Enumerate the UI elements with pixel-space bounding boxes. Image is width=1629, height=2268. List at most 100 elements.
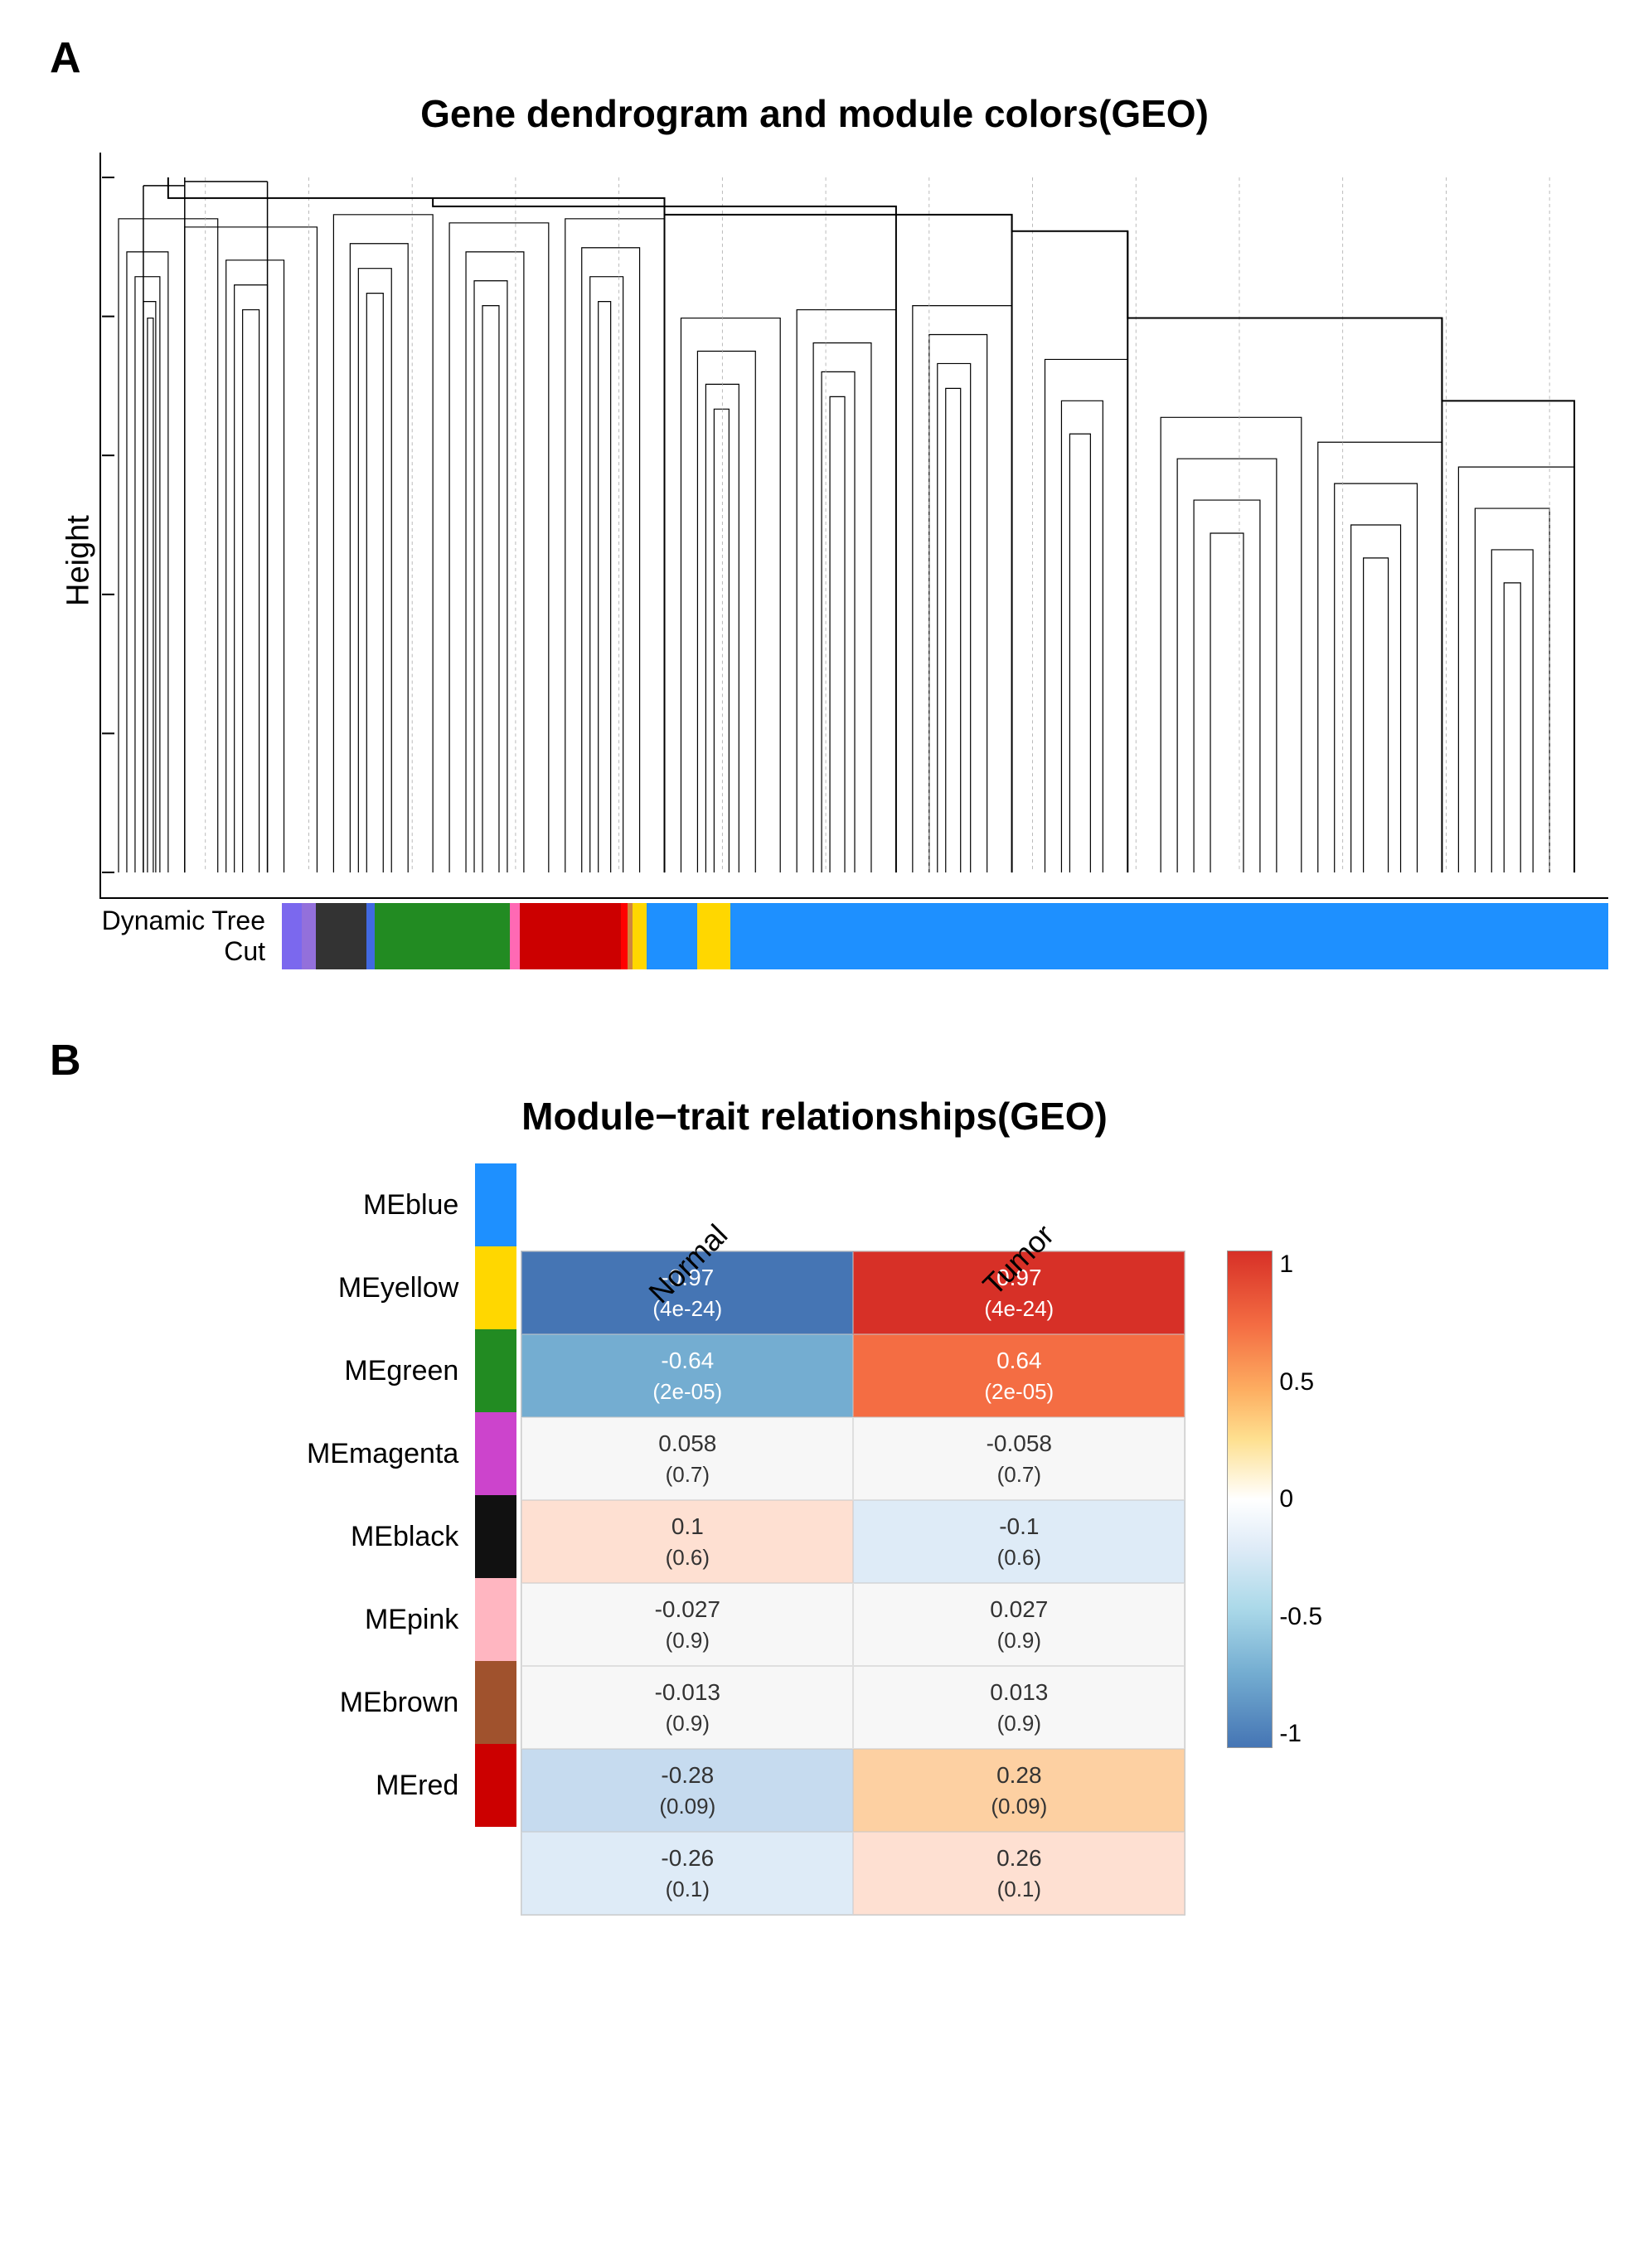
row-label: MEbrown — [307, 1661, 458, 1744]
col-headers-row: NormalTumor — [521, 1163, 1185, 1246]
heatmap-cell: -0.28(0.09) — [521, 1749, 853, 1832]
color-segment — [621, 903, 628, 969]
scale-label: 1 — [1279, 1251, 1322, 1279]
color-segment — [375, 903, 510, 969]
y-ticks: 1.0 0.9 0.8 0.7 0.6 — [99, 163, 114, 883]
module-color-swatch — [475, 1412, 516, 1495]
figure-container: A Gene dendrogram and module colors(GEO)… — [0, 0, 1629, 1949]
dendrogram-container: Height 1.0 0.9 — [50, 153, 1579, 969]
module-color-swatch — [475, 1246, 516, 1329]
cell-pvalue: (0.7) — [666, 1459, 710, 1489]
cell-value: -0.64 — [661, 1344, 714, 1377]
row-label: MEblack — [307, 1495, 458, 1578]
row-label: MEblue — [307, 1163, 458, 1246]
row-labels-col: MEblueMEyellowMEgreenMEmagentaMEblackMEp… — [307, 1163, 475, 1827]
color-segment — [697, 903, 731, 969]
panel-a-label: A — [50, 33, 1579, 83]
dendrogram-svg: 1.0 0.9 0.8 0.7 0.6 — [99, 153, 1608, 899]
cell-pvalue: (2e-05) — [984, 1377, 1054, 1406]
heatmap-cell: -0.027(0.9) — [521, 1583, 853, 1666]
scale-with-labels: 1 0.5 0 -0.5 -1 — [1227, 1251, 1322, 1748]
heatmap-cell: -0.013(0.9) — [521, 1666, 853, 1749]
cell-pvalue: (0.9) — [997, 1625, 1041, 1655]
module-color-swatch — [475, 1329, 516, 1412]
panel-a: A Gene dendrogram and module colors(GEO)… — [50, 33, 1579, 969]
panel-b-label: B — [50, 1036, 1579, 1085]
row-label: MEyellow — [307, 1246, 458, 1329]
module-color-swatch — [475, 1495, 516, 1578]
color-bar-label: Dynamic Tree Cut — [99, 906, 282, 967]
y-axis-label: Height — [50, 153, 99, 969]
cell-value: 0.28 — [996, 1759, 1042, 1791]
color-segment — [316, 903, 366, 969]
col-header: Normal — [521, 1207, 852, 1246]
color-segment — [302, 903, 315, 969]
scale-label: -1 — [1279, 1720, 1322, 1748]
color-segment — [282, 903, 302, 969]
color-swatch-col — [475, 1163, 516, 1827]
panel-b: B Module−trait relationships(GEO) MEblue… — [50, 1036, 1579, 1916]
dendrogram-right: 1.0 0.9 0.8 0.7 0.6 — [99, 153, 1608, 969]
panel-a-title: Gene dendrogram and module colors(GEO) — [50, 91, 1579, 136]
cell-value: 0.1 — [671, 1510, 704, 1542]
scale-label: 0.5 — [1279, 1368, 1322, 1396]
scale-label: -0.5 — [1279, 1603, 1322, 1631]
row-label: MEgreen — [307, 1329, 458, 1412]
color-segment — [730, 903, 1608, 969]
color-segment — [647, 903, 697, 969]
scale-bar — [1227, 1251, 1273, 1748]
cell-value: -0.058 — [987, 1427, 1052, 1459]
heatmap-cell: 0.64(2e-05) — [853, 1334, 1185, 1417]
cell-value: -0.1 — [999, 1510, 1039, 1542]
cell-value: 0.027 — [990, 1593, 1048, 1625]
color-segment — [510, 903, 520, 969]
row-label: MEmagenta — [307, 1412, 458, 1495]
cell-pvalue: (0.9) — [666, 1708, 710, 1738]
scale-labels: 1 0.5 0 -0.5 -1 — [1279, 1251, 1322, 1748]
cell-pvalue: (4e-24) — [984, 1294, 1054, 1323]
heatmap-main: MEblueMEyellowMEgreenMEmagentaMEblackMEp… — [307, 1163, 1185, 1916]
col-header: Tumor — [852, 1207, 1184, 1246]
cell-pvalue: (0.09) — [991, 1791, 1047, 1821]
module-color-swatch — [475, 1578, 516, 1661]
heatmap-cell: -0.058(0.7) — [853, 1417, 1185, 1500]
heatmap-cell: -0.26(0.1) — [521, 1832, 853, 1915]
cell-pvalue: (2e-05) — [652, 1377, 722, 1406]
row-label: MEpink — [307, 1578, 458, 1661]
module-color-swatch — [475, 1661, 516, 1744]
heatmap-cell: -0.1(0.6) — [853, 1500, 1185, 1583]
dendrogram-lines — [119, 177, 1574, 872]
cell-value: 0.013 — [990, 1676, 1048, 1708]
heatmap-title: Module−trait relationships(GEO) — [50, 1094, 1579, 1139]
heatmap-cell: -0.64(2e-05) — [521, 1334, 853, 1417]
cell-value: 0.26 — [996, 1842, 1042, 1874]
cell-value: -0.013 — [655, 1676, 720, 1708]
row-label: MEred — [307, 1744, 458, 1827]
cell-pvalue: (0.09) — [659, 1791, 715, 1821]
heatmap-cell: 0.28(0.09) — [853, 1749, 1185, 1832]
heatmap-layout: MEblueMEyellowMEgreenMEmagentaMEblackMEp… — [50, 1163, 1579, 1916]
cell-value: 0.058 — [658, 1427, 716, 1459]
cell-value: 0.64 — [996, 1344, 1042, 1377]
cell-pvalue: (0.1) — [997, 1874, 1041, 1904]
heatmap-cell: 0.027(0.9) — [853, 1583, 1185, 1666]
heatmap-grid: -0.97(4e-24)0.97(4e-24)-0.64(2e-05)0.64(… — [521, 1251, 1185, 1916]
color-bar-section: Dynamic Tree Cut — [99, 903, 1608, 969]
heatmap-cell: 0.1(0.6) — [521, 1500, 853, 1583]
scale-label: 0 — [1279, 1485, 1322, 1513]
color-segment — [633, 903, 646, 969]
cell-value: -0.28 — [661, 1759, 714, 1791]
heatmap-cell: 0.013(0.9) — [853, 1666, 1185, 1749]
cell-pvalue: (0.6) — [997, 1542, 1041, 1572]
cell-value: -0.26 — [661, 1842, 714, 1874]
cell-pvalue: (0.1) — [666, 1874, 710, 1904]
cell-value: -0.027 — [655, 1593, 720, 1625]
color-segment — [366, 903, 375, 969]
module-color-swatch — [475, 1163, 516, 1246]
heatmap-cell: 0.058(0.7) — [521, 1417, 853, 1500]
module-color-swatch — [475, 1744, 516, 1827]
color-segment — [520, 903, 621, 969]
color-bar — [282, 903, 1608, 969]
cell-pvalue: (0.9) — [666, 1625, 710, 1655]
heatmap-cell: 0.26(0.1) — [853, 1832, 1185, 1915]
